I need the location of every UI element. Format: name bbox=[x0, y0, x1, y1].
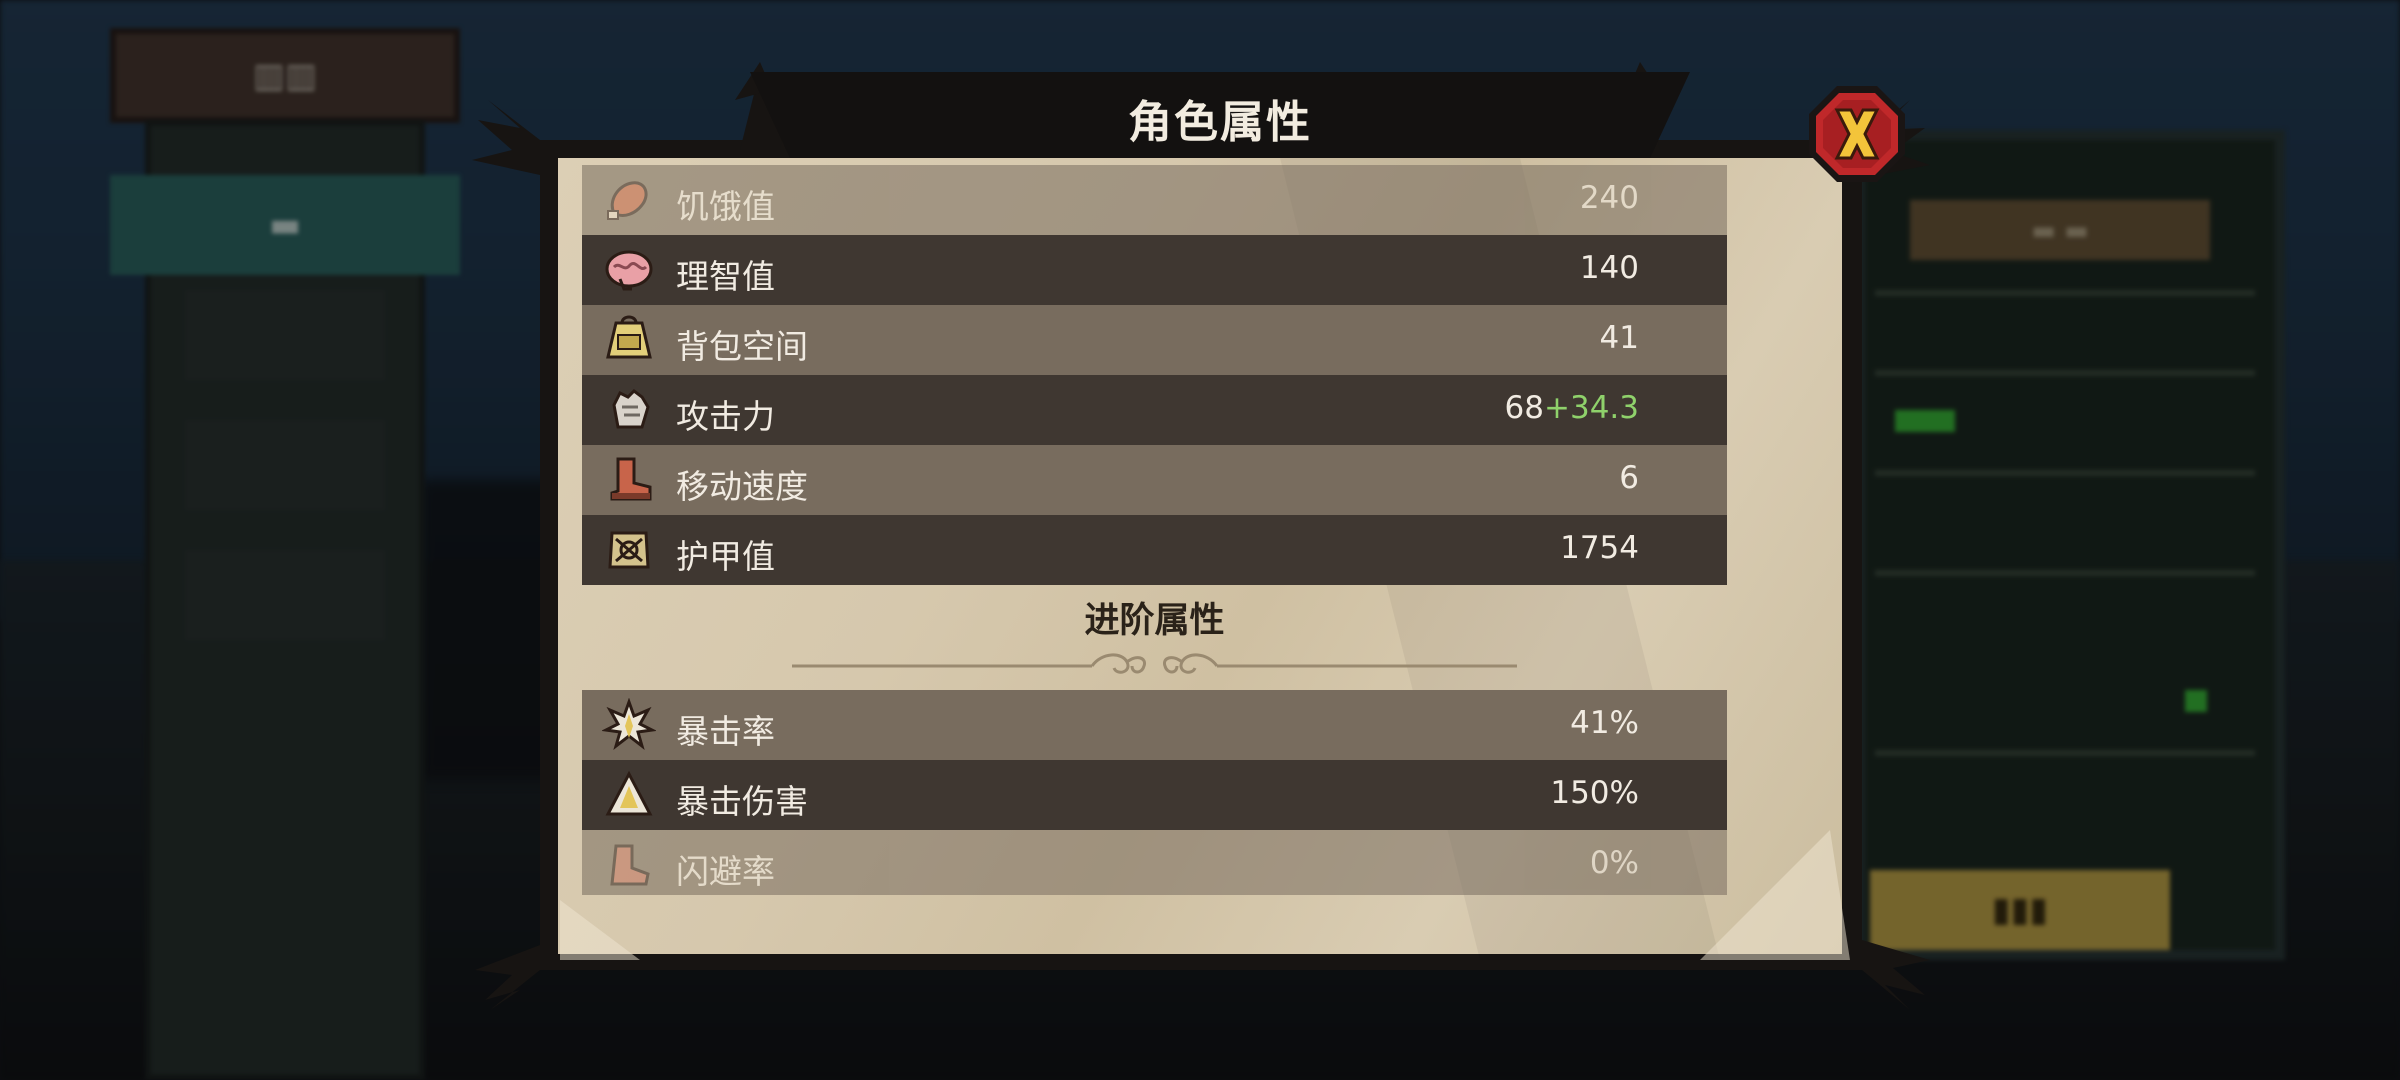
title-bar: 角色属性 bbox=[750, 72, 1690, 158]
stat-row-move-speed: 移动速度 6 bbox=[582, 445, 1727, 515]
fist-icon bbox=[612, 389, 650, 429]
brain-icon bbox=[605, 250, 653, 291]
stat-row-sanity: 理智值 140 bbox=[582, 235, 1727, 305]
armor-icon bbox=[608, 531, 650, 569]
stat-row-dodge-rate: 闪避率 0% bbox=[582, 830, 1727, 895]
stat-row-crit-rate: 暴击率 41% bbox=[582, 690, 1727, 760]
scroll-ornament-divider bbox=[792, 653, 1517, 674]
dialog-title: 角色属性 bbox=[1128, 97, 1312, 148]
stat-row-crit-damage: 暴击伤害 150% bbox=[582, 760, 1727, 830]
advanced-attributes-header: 进阶属性 bbox=[582, 580, 1727, 674]
stat-row-hunger: 饥饿值 240 bbox=[582, 165, 1727, 235]
stat-row-attack: 攻击力 68+34.3 bbox=[582, 375, 1727, 445]
attribute-list[interactable]: 饥饿值 240 理智值 140 背包空间 41 攻击力 68+34.3 移动速度… bbox=[582, 165, 1727, 895]
advanced-attributes-title: 进阶属性 bbox=[1084, 601, 1225, 641]
attack-bonus: +34.3 bbox=[1544, 390, 1639, 426]
backpack-icon bbox=[606, 315, 652, 359]
stat-row-armor: 护甲值 1754 bbox=[582, 515, 1727, 585]
stat-row-backpack-space: 背包空间 41 bbox=[582, 305, 1727, 375]
close-button[interactable] bbox=[1805, 82, 1909, 186]
critical-damage-icon bbox=[605, 770, 653, 816]
dodge-icon bbox=[610, 844, 650, 886]
boot-icon bbox=[610, 457, 652, 501]
meat-icon bbox=[607, 181, 648, 220]
close-icon bbox=[1809, 86, 1905, 182]
critical-hit-icon bbox=[602, 698, 656, 750]
